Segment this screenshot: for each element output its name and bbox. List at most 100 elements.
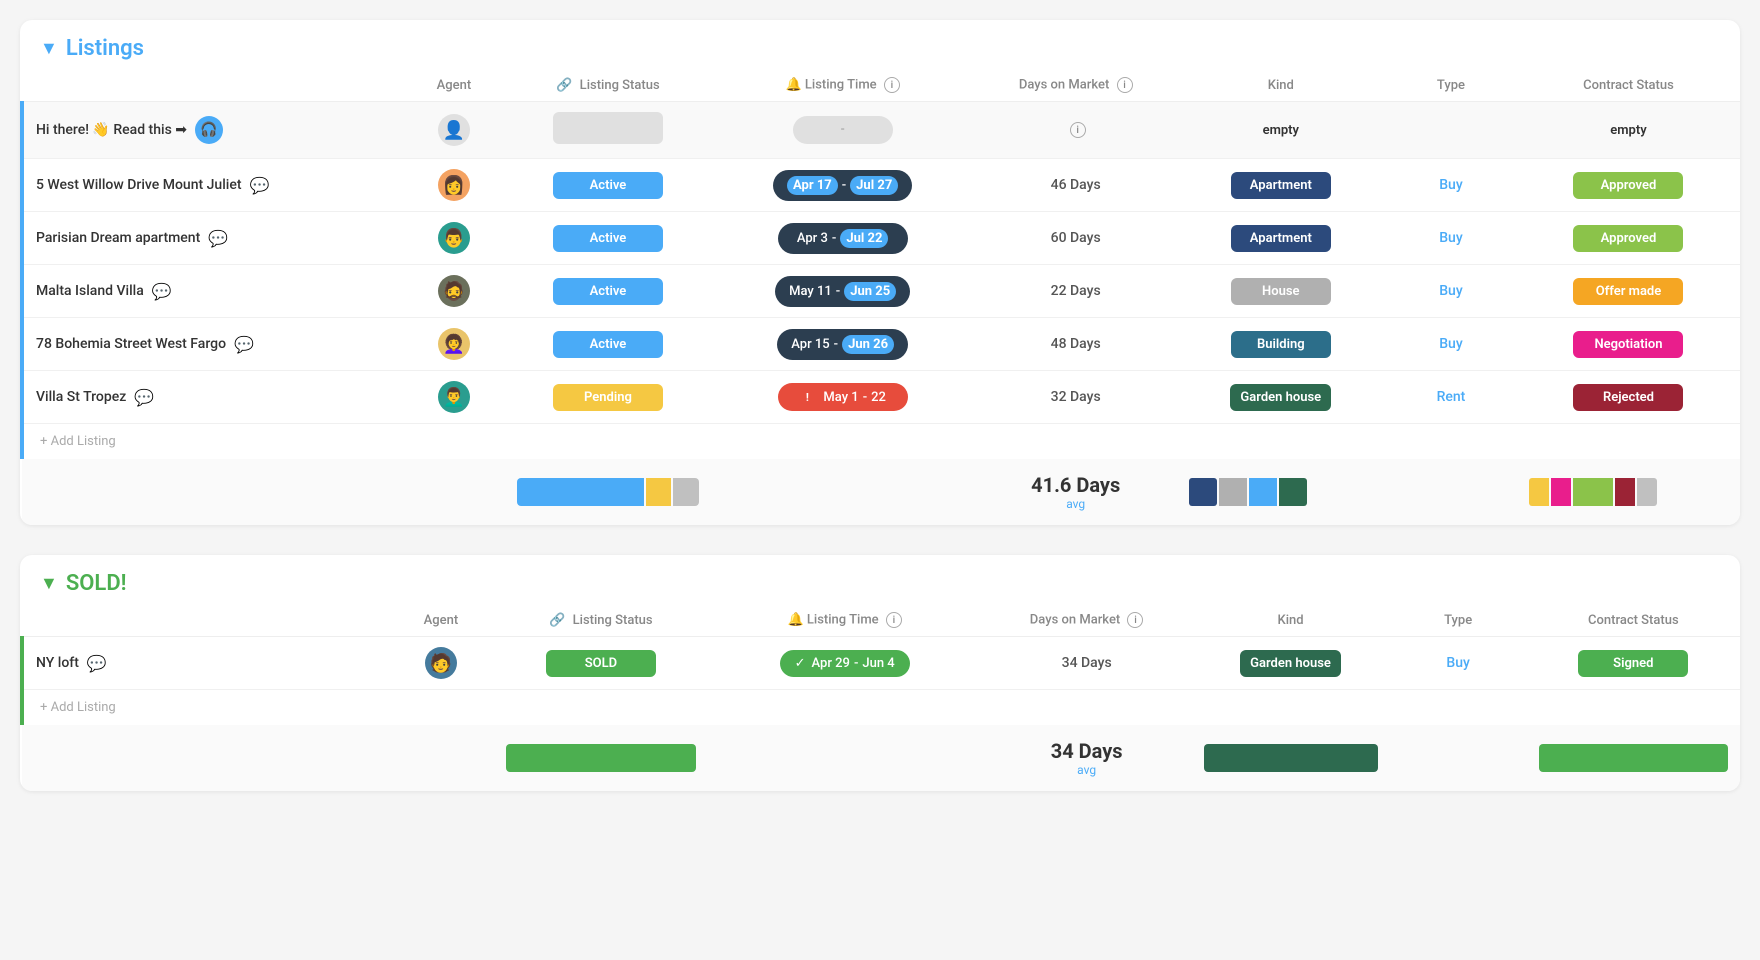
listing-name-cell: 78 Bohemia Street West Fargo💬 [22, 318, 403, 371]
listing-status-badge[interactable]: Active [553, 331, 663, 358]
avatar: 👩 [438, 169, 470, 201]
col-header-contract-status: Contract Status [1527, 604, 1740, 637]
col-header-listing-time[interactable]: 🔔 Listing Time i [711, 69, 975, 102]
type-cell[interactable]: Buy [1390, 637, 1527, 690]
listing-status-cell[interactable] [505, 102, 710, 159]
listing-time-badge[interactable]: Apr 17 - Jul 27 [773, 170, 912, 201]
listing-name: NY loft [36, 655, 79, 671]
summary-row: 34 Daysavg [22, 725, 1740, 791]
kind-badge: House [1231, 278, 1331, 305]
table-row: NY loft💬🧑SOLD✓Apr 29 - Jun 434 DaysGarde… [22, 637, 1740, 690]
listing-status-cell[interactable]: Active [505, 265, 710, 318]
chevron-down-icon[interactable]: ▼ [40, 573, 58, 594]
listing-time-cell[interactable]: !May 1 - 22 [711, 371, 975, 424]
comment-icon[interactable]: 💬 [208, 229, 228, 248]
info-icon: i [1117, 77, 1133, 93]
kind-badge: empty [1231, 117, 1331, 144]
summary-avg-days: 34 Daysavg [982, 725, 1192, 791]
listing-status-cell[interactable]: SOLD [494, 637, 707, 690]
days-on-market-cell: 22 Days [975, 265, 1177, 318]
listing-time-cell[interactable]: Apr 17 - Jul 27 [711, 159, 975, 212]
kind-cell: Garden house [1177, 371, 1385, 424]
summary-contract-bar [1527, 725, 1740, 791]
summary-status-bar [505, 459, 710, 525]
section-sold: ▼SOLD!Agent🔗 Listing Status🔔 Listing Tim… [20, 555, 1740, 791]
listing-status-cell[interactable]: Pending [505, 371, 710, 424]
comment-icon[interactable]: 💬 [234, 335, 254, 354]
listing-time-badge[interactable]: May 11 - Jun 25 [775, 276, 910, 307]
add-listing-row: + Add Listing [22, 424, 1740, 460]
listing-time-badge[interactable]: !May 1 - 22 [778, 383, 908, 411]
type-cell[interactable] [1385, 102, 1517, 159]
listing-time-cell[interactable]: ✓Apr 29 - Jun 4 [708, 637, 982, 690]
listing-name: 5 West Willow Drive Mount Juliet [36, 177, 242, 193]
summary-kind-bar [1177, 459, 1385, 525]
info-icon: i [1070, 122, 1086, 138]
section-listings: ▼ListingsAgent🔗 Listing Status🔔 Listing … [20, 20, 1740, 525]
comment-icon[interactable]: 💬 [250, 176, 270, 195]
contract-status-cell: Signed [1527, 637, 1740, 690]
col-header-name [22, 604, 388, 637]
type-cell[interactable]: Buy [1385, 159, 1517, 212]
kind-cell: Apartment [1177, 159, 1385, 212]
info-icon: i [884, 77, 900, 93]
contract-status-badge: Approved [1573, 225, 1683, 252]
col-header-listing-time[interactable]: 🔔 Listing Time i [708, 604, 982, 637]
listing-time-badge[interactable]: ✓Apr 29 - Jun 4 [780, 650, 910, 677]
contract-status-cell: Negotiation [1517, 318, 1740, 371]
col-header-kind: Kind [1192, 604, 1390, 637]
kind-cell: Garden house [1192, 637, 1390, 690]
listing-status-badge[interactable]: Active [553, 225, 663, 252]
col-header-listing-status[interactable]: 🔗 Listing Status [505, 69, 710, 102]
listing-status-empty [553, 112, 663, 144]
listing-status-badge[interactable]: Active [553, 172, 663, 199]
listing-status-cell[interactable]: Active [505, 212, 710, 265]
section-title: Listings [66, 36, 144, 61]
kind-badge: Building [1231, 331, 1331, 358]
contract-status-badge: empty [1573, 117, 1683, 144]
listing-time-badge[interactable]: - [793, 116, 893, 144]
listing-status-badge[interactable]: Pending [553, 384, 663, 411]
listing-time-cell[interactable]: Apr 3 - Jul 22 [711, 212, 975, 265]
comment-icon[interactable]: 💬 [87, 654, 107, 673]
chat-icon[interactable]: 🎧 [195, 116, 223, 144]
table-row: Parisian Dream apartment💬👨ActiveApr 3 - … [22, 212, 1740, 265]
contract-status-cell: empty [1517, 102, 1740, 159]
avatar: 👨‍🦱 [438, 381, 470, 413]
col-header-contract-status: Contract Status [1517, 69, 1740, 102]
comment-icon[interactable]: 💬 [134, 388, 154, 407]
summary-kind-bar [1192, 725, 1390, 791]
listing-status-cell[interactable]: Active [505, 318, 710, 371]
summary-status-bar [494, 725, 707, 791]
agent-cell: 👩‍🦱 [403, 318, 506, 371]
col-header-days-on-market: Days on Market i [975, 69, 1177, 102]
listing-name: Malta Island Villa [36, 283, 144, 299]
add-listing-button[interactable]: + Add Listing [22, 424, 1740, 460]
listing-status-cell[interactable]: Active [505, 159, 710, 212]
col-header-listing-status[interactable]: 🔗 Listing Status [494, 604, 707, 637]
agent-cell: 🧔 [403, 265, 506, 318]
add-listing-button[interactable]: + Add Listing [22, 690, 1740, 726]
col-header-agent: Agent [388, 604, 495, 637]
type-cell[interactable]: Buy [1385, 212, 1517, 265]
type-cell[interactable]: Rent [1385, 371, 1517, 424]
listing-time-badge[interactable]: Apr 15 - Jun 26 [777, 329, 908, 360]
listing-time-cell[interactable]: - [711, 102, 975, 159]
agent-cell: 👨 [403, 212, 506, 265]
listing-time-cell[interactable]: Apr 15 - Jun 26 [711, 318, 975, 371]
col-header-days-on-market: Days on Market i [982, 604, 1192, 637]
listing-time-badge[interactable]: Apr 3 - Jul 22 [778, 223, 908, 254]
comment-icon[interactable]: 💬 [152, 282, 172, 301]
listing-status-badge[interactable]: SOLD [546, 650, 656, 677]
contract-status-badge: Offer made [1573, 278, 1683, 305]
kind-cell: empty [1177, 102, 1385, 159]
listing-name-cell: Malta Island Villa 💬 [22, 265, 403, 318]
agent-cell: 🧑 [388, 637, 495, 690]
chevron-down-icon[interactable]: ▼ [40, 38, 58, 59]
type-cell[interactable]: Buy [1385, 265, 1517, 318]
type-cell[interactable]: Buy [1385, 318, 1517, 371]
add-listing-row: + Add Listing [22, 690, 1740, 726]
listing-status-badge[interactable]: Active [553, 278, 663, 305]
listing-time-cell[interactable]: May 11 - Jun 25 [711, 265, 975, 318]
agent-cell: 👤 [403, 102, 506, 159]
